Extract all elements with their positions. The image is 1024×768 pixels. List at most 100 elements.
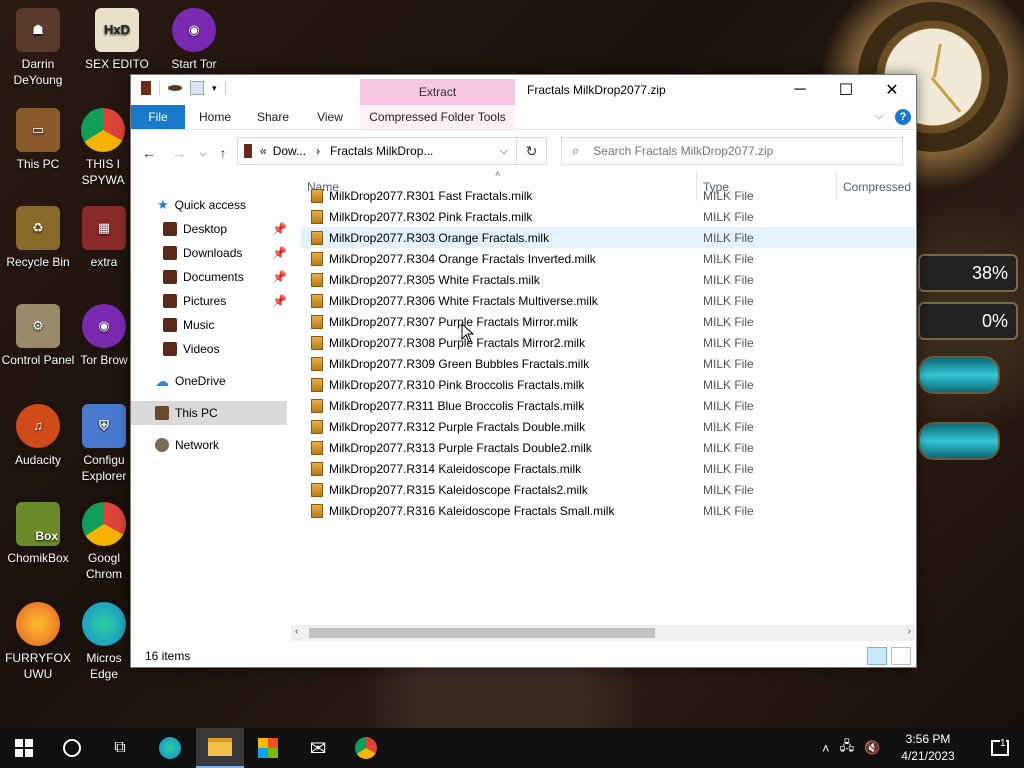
table-row[interactable]: MilkDrop2077.R301 Fast Fractals.milk MILK… xyxy=(301,185,915,206)
taskbar-file-explorer[interactable] xyxy=(196,728,244,768)
desktop-icon-recycle-bin[interactable]: ♻ Recycle Bin xyxy=(0,206,76,270)
nav-label: Pictures xyxy=(183,294,227,308)
table-row[interactable]: MilkDrop2077.R307 Purple Fractals Mirror… xyxy=(301,311,915,332)
breadcrumb-overflow[interactable]: « xyxy=(260,144,267,158)
minimize-button[interactable]: ─ xyxy=(777,75,823,105)
new-folder-icon[interactable] xyxy=(190,81,204,95)
horizontal-scrollbar[interactable]: ‹ › xyxy=(291,625,915,641)
extract-tab[interactable]: Extract xyxy=(360,79,515,105)
tab-view[interactable]: View xyxy=(305,105,355,129)
table-row[interactable]: MilkDrop2077.R310 Pink Broccolis Fractal… xyxy=(301,374,915,395)
table-row[interactable]: MilkDrop2077.R306 White Fractals Multive… xyxy=(301,290,915,311)
table-row[interactable]: MilkDrop2077.R303 Orange Fractals.milk MI… xyxy=(301,227,915,248)
address-dropdown-icon[interactable]: ⌵ xyxy=(500,145,508,158)
taskbar-chrome[interactable] xyxy=(342,728,390,768)
desktop-icon-this-pc[interactable]: ▭ This PC xyxy=(0,108,76,172)
folder-icon[interactable] xyxy=(141,81,151,95)
table-row[interactable]: MilkDrop2077.R313 Purple Fractals Double… xyxy=(301,437,915,458)
nav-onedrive[interactable]: ☁ OneDrive xyxy=(131,369,287,393)
table-row[interactable]: MilkDrop2077.R305 White Fractals.milk MIL… xyxy=(301,269,915,290)
desktop-icon-sex-edito[interactable]: HxD SEX EDITO xyxy=(78,8,156,72)
details-view-button[interactable] xyxy=(867,647,887,665)
tab-compressed-folder-tools[interactable]: Compressed Folder Tools xyxy=(360,105,515,129)
table-row[interactable]: MilkDrop2077.R312 Purple Fractals Double… xyxy=(301,416,915,437)
taskbar-edge[interactable] xyxy=(146,728,194,768)
desktop-icon-tor-browser[interactable]: ◉ Tor Brow xyxy=(78,304,130,368)
cpu-gauge-value: 38% xyxy=(971,262,1008,283)
tab-share[interactable]: Share xyxy=(247,105,299,129)
address-bar[interactable]: « Dow... › Fractals MilkDrop... ⌵ xyxy=(237,137,517,165)
table-row[interactable]: MilkDrop2077.R316 Kaleidoscope Fractals … xyxy=(301,500,915,521)
file-type: MILK File xyxy=(703,461,754,476)
volume-muted-icon[interactable]: 🔇 xyxy=(864,740,880,756)
search-button[interactable] xyxy=(48,728,96,768)
file-type: MILK File xyxy=(703,188,754,203)
nav-network[interactable]: Network xyxy=(131,433,287,457)
properties-icon[interactable] xyxy=(168,85,182,91)
desktop-icon-extra[interactable]: ▦ extra xyxy=(78,206,130,270)
ribbon-expand-icon[interactable]: ⌵ xyxy=(875,110,883,123)
desktop-icon-configure-explorer[interactable]: ⛨ Configu Explorer xyxy=(78,404,130,484)
clock-date: 4/21/2023 xyxy=(901,749,955,763)
show-hidden-icons-icon[interactable]: ˄ xyxy=(822,741,830,756)
table-row[interactable]: MilkDrop2077.R314 Kaleidoscope Fractals.… xyxy=(301,458,915,479)
help-icon[interactable]: ? xyxy=(895,109,911,125)
tab-file[interactable]: File xyxy=(131,105,185,129)
file-type: MILK File xyxy=(703,272,754,287)
desktop-icon-audacity[interactable]: ♫ Audacity xyxy=(0,404,76,468)
desktop-icon-furryfox[interactable]: FURRYFOX UWU xyxy=(0,602,76,682)
milk-file-icon xyxy=(311,251,323,266)
back-button[interactable]: ← xyxy=(139,143,159,163)
nav-videos[interactable]: Videos xyxy=(131,337,287,361)
nav-downloads[interactable]: Downloads 📌 xyxy=(131,241,287,265)
taskbar-store[interactable] xyxy=(244,728,292,768)
start-button[interactable] xyxy=(0,728,48,768)
desktop-icon-control-panel[interactable]: ⚙ Control Panel xyxy=(0,304,76,368)
close-button[interactable]: ✕ xyxy=(869,75,915,105)
taskbar-mail[interactable]: ✉ xyxy=(294,728,342,768)
desktop-icon-spyware[interactable]: THIS I SPYWA xyxy=(76,108,130,188)
nav-quick-access[interactable]: ★ Quick access xyxy=(131,193,287,217)
milk-file-icon xyxy=(311,503,323,518)
desktop-icon-start-tor[interactable]: ◉ Start Tor xyxy=(156,8,232,72)
nav-pictures[interactable]: Pictures 📌 xyxy=(131,289,287,313)
scrollbar-thumb[interactable] xyxy=(309,628,655,638)
table-row[interactable]: MilkDrop2077.R309 Green Bubbles Fractals… xyxy=(301,353,915,374)
nav-documents[interactable]: Documents 📌 xyxy=(131,265,287,289)
address-row: ← → ⌵ ↑ « Dow... › Fractals MilkDrop... … xyxy=(131,135,916,169)
breadcrumb-downloads[interactable]: Dow... xyxy=(273,144,306,158)
file-type: MILK File xyxy=(703,335,754,350)
up-button[interactable]: ↑ xyxy=(213,143,233,163)
maximize-button[interactable]: ☐ xyxy=(823,75,869,105)
nav-this-pc[interactable]: This PC xyxy=(131,401,287,425)
table-row[interactable]: MilkDrop2077.R311 Blue Broccolis Fractal… xyxy=(301,395,915,416)
breadcrumb-current[interactable]: Fractals MilkDrop... xyxy=(330,144,433,158)
network-icon[interactable]: 🖧 xyxy=(840,737,855,759)
scroll-right-icon[interactable]: › xyxy=(908,626,911,637)
large-icons-view-button[interactable] xyxy=(891,647,911,665)
pin-icon: 📌 xyxy=(272,294,287,308)
table-row[interactable]: MilkDrop2077.R315 Kaleidoscope Fractals2… xyxy=(301,479,915,500)
search-input[interactable] xyxy=(591,143,886,159)
desktop-icon-google-chrome[interactable]: Googl Chrom xyxy=(78,502,130,582)
task-view-button[interactable]: ⧉ xyxy=(96,728,144,768)
recent-locations-button[interactable]: ⌵ xyxy=(193,143,213,163)
scroll-left-icon[interactable]: ‹ xyxy=(295,626,298,637)
nav-music[interactable]: Music xyxy=(131,313,287,337)
table-row[interactable]: MilkDrop2077.R304 Orange Fractals Invert… xyxy=(301,248,915,269)
desktop-icon-edge[interactable]: Micros Edge xyxy=(78,602,130,682)
table-row[interactable]: MilkDrop2077.R302 Pink Fractals.milk MILK… xyxy=(301,206,915,227)
action-center-button[interactable]: 1 xyxy=(976,728,1024,768)
tab-home[interactable]: Home xyxy=(189,105,241,129)
forward-button[interactable]: → xyxy=(169,143,189,163)
customize-qat-icon[interactable]: ▾ xyxy=(212,83,217,94)
desktop-icon-chomikbox[interactable]: Box ChomikBox xyxy=(0,502,76,566)
table-row[interactable]: MilkDrop2077.R308 Purple Fractals Mirror… xyxy=(301,332,915,353)
search-box[interactable]: ⌕ xyxy=(561,137,903,165)
file-explorer-window[interactable]: ▾ Extract Fractals MilkDrop2077.zip ─ ☐ … xyxy=(130,74,917,668)
desktop-icon-darrin[interactable]: ☗ Darrin DeYoung xyxy=(0,8,76,88)
nav-desktop[interactable]: Desktop 📌 xyxy=(131,217,287,241)
refresh-button[interactable]: ↻ xyxy=(517,137,547,165)
title-bar[interactable]: ▾ Extract Fractals MilkDrop2077.zip ─ ☐ … xyxy=(131,75,916,105)
taskbar-clock[interactable]: 3:56 PM 4/21/2023 xyxy=(880,731,976,765)
